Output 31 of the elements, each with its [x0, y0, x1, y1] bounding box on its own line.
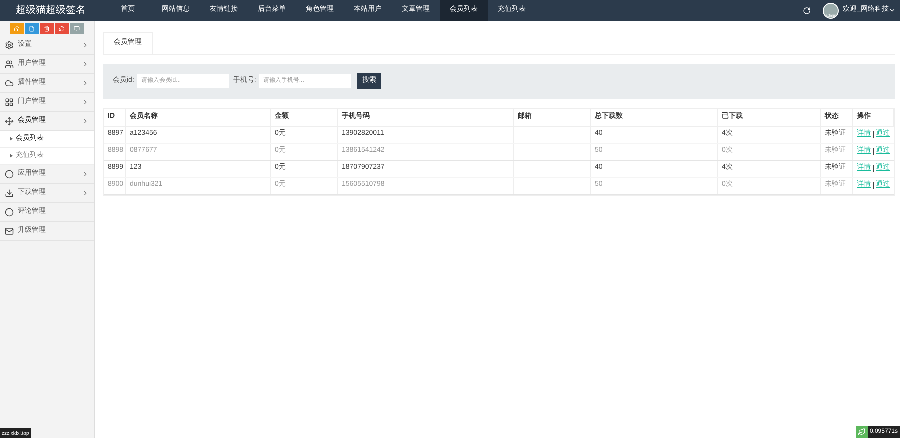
gears-icon — [5, 40, 14, 50]
file-icon — [29, 26, 35, 32]
brand-title: 超级猫超级签名 — [15, 4, 87, 18]
download-icon — [5, 188, 14, 198]
chevron-icon — [82, 98, 89, 106]
chevron-icon — [82, 118, 89, 124]
cloud-icon — [5, 78, 14, 88]
monitor-icon — [74, 26, 80, 32]
move-icon — [5, 116, 14, 126]
mail-icon — [5, 226, 14, 236]
toolbar-button[interactable] — [25, 23, 39, 34]
recycle-icon — [59, 26, 65, 32]
chevron-icon — [82, 80, 89, 86]
refresh-icon[interactable] — [803, 6, 812, 14]
dot-icon — [5, 170, 14, 178]
chevron-icon — [82, 60, 89, 68]
chevron-icon — [82, 42, 89, 48]
home-icon — [14, 26, 20, 32]
toolbar-button[interactable] — [55, 23, 69, 34]
bullet-icon — [10, 154, 13, 158]
users-icon — [5, 60, 14, 68]
trash-icon — [44, 26, 50, 32]
caret-icon — [889, 7, 896, 14]
chevron-icon — [82, 170, 89, 178]
grid-icon — [5, 98, 14, 106]
toolbar-button[interactable] — [40, 23, 54, 34]
chevron-icon — [82, 190, 89, 196]
toolbar-button[interactable] — [10, 23, 24, 34]
dot-icon — [5, 208, 14, 216]
bullet-icon — [10, 137, 13, 141]
toolbar-button[interactable] — [70, 23, 84, 34]
